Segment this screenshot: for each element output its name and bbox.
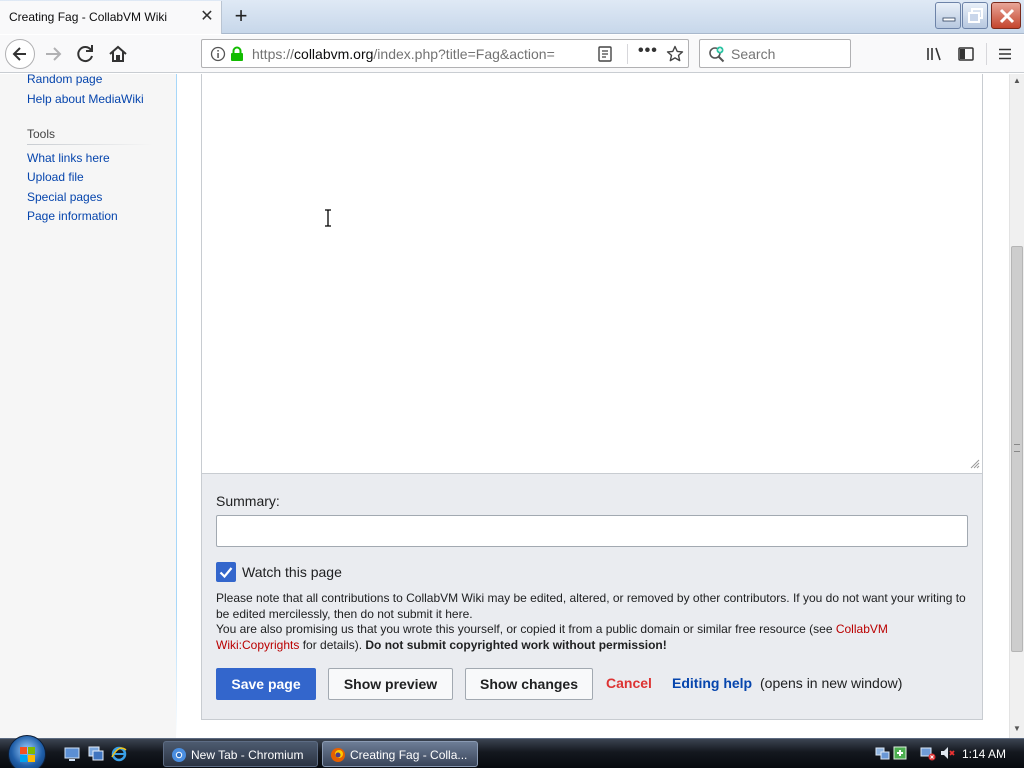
help-note: (opens in new window) xyxy=(760,675,903,691)
scroll-grip-icon xyxy=(1014,444,1020,452)
tab-title: Creating Fag - CollabVM Wiki xyxy=(9,10,168,24)
title-bar: Creating Fag - CollabVM Wiki ✕ + xyxy=(0,0,1024,34)
notice-text: You are also promising us that you wrote… xyxy=(216,622,836,636)
search-bar[interactable] xyxy=(699,39,851,68)
network-icon[interactable] xyxy=(875,745,891,761)
forward-button[interactable] xyxy=(39,39,69,69)
wiki-sidebar: Random page Help about MediaWiki Tools W… xyxy=(0,74,176,738)
start-button[interactable] xyxy=(8,735,46,768)
scrollbar-thumb[interactable] xyxy=(1011,246,1023,652)
divider xyxy=(986,43,987,65)
volume-muted-icon[interactable] xyxy=(939,745,955,761)
notice-warning: Do not submit copyrighted work without p… xyxy=(365,637,667,652)
reload-button[interactable] xyxy=(71,39,101,69)
url-text[interactable]: https://collabvm.org/index.php?title=Fag… xyxy=(252,46,562,62)
divider xyxy=(27,144,153,145)
scroll-down-icon[interactable]: ▼ xyxy=(1013,724,1021,733)
show-preview-button[interactable]: Show preview xyxy=(328,668,453,700)
notice-text: for details). xyxy=(299,637,366,652)
more-actions-icon[interactable]: ••• xyxy=(638,42,657,64)
internet-explorer-icon[interactable] xyxy=(111,746,127,762)
divider xyxy=(627,44,628,64)
sidebar-link-special-pages[interactable]: Special pages xyxy=(27,190,102,204)
edit-form: Summary: Watch this page Please note tha… xyxy=(201,74,983,720)
lock-icon[interactable] xyxy=(230,46,244,62)
taskbar-item-firefox[interactable]: Creating Fag - Colla... xyxy=(322,741,478,767)
reader-view-icon[interactable] xyxy=(597,46,613,62)
scroll-up-icon[interactable]: ▲ xyxy=(1013,76,1021,85)
hamburger-menu-icon[interactable] xyxy=(996,45,1014,63)
vertical-scrollbar[interactable]: ▲ ▼ xyxy=(1009,74,1024,738)
taskbar-item-chromium[interactable]: New Tab - Chromium xyxy=(163,741,318,767)
home-button[interactable] xyxy=(103,39,133,69)
editing-help-link[interactable]: Editing help xyxy=(672,675,752,691)
sidebar-link-upload-file[interactable]: Upload file xyxy=(27,170,84,184)
library-icon[interactable] xyxy=(925,45,943,63)
search-icon xyxy=(709,46,725,63)
sidebar-link-random-page[interactable]: Random page xyxy=(27,74,102,86)
sidebar-link-help[interactable]: Help about MediaWiki xyxy=(27,92,144,106)
address-bar[interactable]: https://collabvm.org/index.php?title=Fag… xyxy=(201,39,689,68)
search-input[interactable] xyxy=(731,45,843,63)
taskbar: New Tab - Chromium Creating Fag - Colla.… xyxy=(0,735,1024,768)
summary-label: Summary: xyxy=(216,493,280,509)
navigation-toolbar: https://collabvm.org/index.php?title=Fag… xyxy=(0,35,1024,73)
checkmark-icon xyxy=(219,567,233,579)
info-icon[interactable] xyxy=(210,46,226,62)
firefox-icon xyxy=(331,748,345,762)
windows-logo-icon xyxy=(20,747,35,762)
chromium-icon xyxy=(172,748,186,762)
close-tab-icon[interactable]: ✕ xyxy=(199,9,215,25)
home-icon xyxy=(109,45,127,62)
summary-input[interactable] xyxy=(216,515,968,547)
bookmark-star-icon[interactable] xyxy=(666,45,684,63)
notice-text: Please note that all contributions to Co… xyxy=(216,591,966,621)
security-alert-icon[interactable] xyxy=(892,745,908,761)
sidebar-toggle-icon[interactable] xyxy=(957,45,975,63)
wikitext-editor[interactable] xyxy=(202,74,982,473)
watch-page-checkbox[interactable] xyxy=(216,562,236,582)
resize-grip-icon[interactable] xyxy=(970,459,980,469)
clock[interactable]: 1:14 AM xyxy=(962,747,1006,761)
new-tab-icon[interactable]: + xyxy=(229,5,253,29)
arrow-right-icon xyxy=(46,47,62,61)
show-desktop-icon[interactable] xyxy=(64,746,80,762)
network-disconnected-icon[interactable] xyxy=(920,745,936,761)
sidebar-link-page-information[interactable]: Page information xyxy=(27,209,118,223)
back-button[interactable] xyxy=(5,39,35,69)
taskbar-item-label: New Tab - Chromium xyxy=(191,748,304,762)
system-tray: 1:14 AM xyxy=(870,739,1024,768)
browser-tab[interactable]: Creating Fag - CollabVM Wiki ✕ xyxy=(0,1,222,34)
content-border xyxy=(176,74,177,738)
edit-options: Summary: Watch this page Please note tha… xyxy=(202,473,982,719)
switch-windows-icon[interactable] xyxy=(88,746,104,762)
arrow-left-icon xyxy=(12,47,26,61)
close-window-button[interactable] xyxy=(991,2,1021,29)
restore-button[interactable] xyxy=(962,2,988,29)
tools-heading: Tools xyxy=(27,127,56,141)
watch-page-label[interactable]: Watch this page xyxy=(242,564,342,580)
reload-icon xyxy=(77,45,93,63)
page-viewport: Random page Help about MediaWiki Tools W… xyxy=(0,74,1009,738)
cancel-link[interactable]: Cancel xyxy=(606,675,652,691)
copyright-notice: Please note that all contributions to Co… xyxy=(216,591,966,653)
show-changes-button[interactable]: Show changes xyxy=(465,668,593,700)
text-cursor-icon xyxy=(325,209,331,227)
taskbar-item-label: Creating Fag - Colla... xyxy=(350,748,468,762)
minimize-button[interactable] xyxy=(935,2,961,29)
save-page-button[interactable]: Save page xyxy=(216,668,316,700)
sidebar-link-what-links-here[interactable]: What links here xyxy=(27,151,110,165)
